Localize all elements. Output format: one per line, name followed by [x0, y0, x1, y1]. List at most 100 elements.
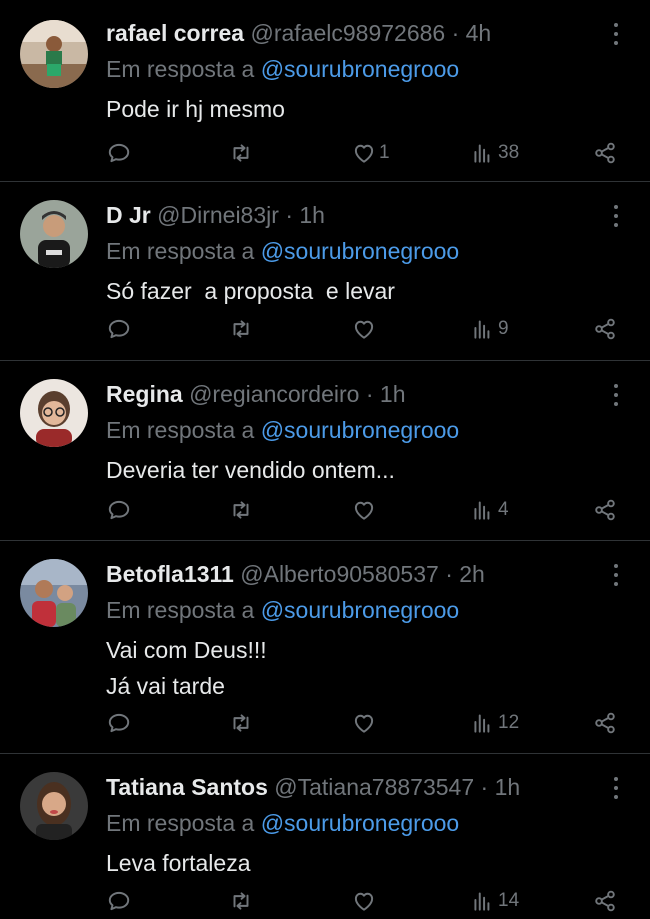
share-icon [595, 890, 615, 912]
tweet-text: Vai com Deus!!! Já vai tarde [106, 632, 267, 704]
tweet-actions: 9 [0, 313, 650, 345]
timestamp[interactable]: · 2h [445, 561, 485, 587]
avatar[interactable] [20, 772, 88, 840]
reply-tweet[interactable]: Tatiana Santos @Tatiana78873547 · 1h Em … [0, 754, 650, 919]
tweet-actions: 1 38 [0, 137, 650, 169]
views-icon [474, 714, 490, 733]
reply-button[interactable] [106, 707, 132, 739]
retweet-button[interactable] [228, 707, 254, 739]
tweet-header: rafael correa @rafaelc98972686 · 4h [106, 18, 491, 48]
timestamp[interactable]: · 1h [481, 774, 521, 800]
reply-icon [108, 891, 130, 911]
reply-context: Em resposta a @sourubronegrooo [106, 808, 459, 838]
more-options-icon[interactable] [606, 20, 626, 48]
reply-button[interactable] [106, 137, 132, 169]
username[interactable]: @rafaelc98972686 [250, 20, 445, 46]
timestamp[interactable]: · 4h [452, 20, 492, 46]
mention-link[interactable]: @sourubronegrooo [261, 238, 460, 264]
reply-prefix: Em resposta a [106, 810, 255, 836]
views-button[interactable]: 14 [470, 885, 519, 917]
retweet-button[interactable] [228, 137, 254, 169]
reply-button[interactable] [106, 494, 132, 526]
more-options-icon[interactable] [606, 561, 626, 589]
reply-context: Em resposta a @sourubronegrooo [106, 236, 459, 266]
like-button[interactable] [351, 885, 377, 917]
more-options-icon[interactable] [606, 202, 626, 230]
mention-link[interactable]: @sourubronegrooo [261, 810, 460, 836]
display-name[interactable]: D Jr [106, 202, 151, 228]
mention-link[interactable]: @sourubronegrooo [261, 597, 460, 623]
reply-prefix: Em resposta a [106, 238, 255, 264]
tweet-text-line: Deveria ter vendido ontem... [106, 457, 395, 483]
like-button[interactable]: 1 [351, 137, 390, 169]
views-icon [474, 501, 490, 520]
tweet-actions: 14 [0, 885, 650, 917]
retweet-icon [233, 892, 249, 910]
views-button[interactable]: 12 [470, 707, 519, 739]
reply-prefix: Em resposta a [106, 417, 255, 443]
mention-link[interactable]: @sourubronegrooo [261, 417, 460, 443]
like-button[interactable] [351, 313, 377, 345]
tweet-header: Regina @regiancordeiro · 1h [106, 379, 406, 409]
avatar[interactable] [20, 20, 88, 88]
reply-tweet[interactable]: D Jr @Dirnei83jr · 1h Em resposta a @sou… [0, 182, 650, 361]
display-name[interactable]: Regina [106, 381, 183, 407]
timestamp[interactable]: · 1h [366, 381, 406, 407]
share-button[interactable] [592, 137, 618, 169]
retweet-icon [233, 714, 249, 732]
mention-link[interactable]: @sourubronegrooo [261, 56, 460, 82]
display-name[interactable]: rafael correa [106, 20, 244, 46]
heart-icon [354, 501, 374, 520]
reply-icon [108, 319, 130, 339]
avatar[interactable] [20, 200, 88, 268]
avatar[interactable] [20, 559, 88, 627]
views-button[interactable]: 4 [470, 494, 509, 526]
username[interactable]: @regiancordeiro [189, 381, 359, 407]
retweet-button[interactable] [228, 313, 254, 345]
reply-tweet[interactable]: Regina @regiancordeiro · 1h Em resposta … [0, 361, 650, 541]
views-button[interactable]: 38 [470, 137, 519, 169]
display-name[interactable]: Betofla1311 [106, 561, 234, 587]
more-options-icon[interactable] [606, 774, 626, 802]
username[interactable]: @Tatiana78873547 [274, 774, 474, 800]
retweet-button[interactable] [228, 494, 254, 526]
reply-context: Em resposta a @sourubronegrooo [106, 415, 459, 445]
like-count: 1 [379, 142, 390, 163]
tweet-actions: 4 [0, 494, 650, 526]
like-button[interactable] [351, 707, 377, 739]
tweet-header: Tatiana Santos @Tatiana78873547 · 1h [106, 772, 520, 802]
view-count: 38 [498, 142, 520, 163]
share-button[interactable] [592, 885, 618, 917]
avatar[interactable] [20, 379, 88, 447]
more-options-icon[interactable] [606, 381, 626, 409]
like-button[interactable] [351, 494, 377, 526]
reply-prefix: Em resposta a [106, 56, 255, 82]
reply-tweet[interactable]: Betofla1311 @Alberto90580537 · 2h Em res… [0, 541, 650, 754]
share-button[interactable] [592, 707, 618, 739]
username[interactable]: @Alberto90580537 [240, 561, 439, 587]
retweet-icon [233, 501, 249, 519]
reply-context: Em resposta a @sourubronegrooo [106, 595, 459, 625]
share-button[interactable] [592, 494, 618, 526]
retweet-button[interactable] [228, 885, 254, 917]
reply-icon [108, 143, 130, 163]
reply-button[interactable] [106, 885, 132, 917]
view-count: 9 [498, 318, 509, 339]
views-button[interactable]: 9 [470, 313, 509, 345]
tweet-text: Só fazer a proposta e levar [106, 273, 395, 309]
tweet-text: Deveria ter vendido ontem... [106, 452, 395, 488]
timestamp[interactable]: · 1h [285, 202, 325, 228]
tweet-text-line: Já vai tarde [106, 673, 225, 699]
heart-icon [354, 144, 374, 163]
retweet-icon [233, 320, 249, 338]
retweet-icon [233, 144, 249, 162]
reply-tweet[interactable]: rafael correa @rafaelc98972686 · 4h Em r… [0, 0, 650, 182]
share-button[interactable] [592, 313, 618, 345]
reply-icon [108, 713, 130, 733]
tweet-actions: 12 [0, 707, 650, 739]
display-name[interactable]: Tatiana Santos [106, 774, 268, 800]
view-count: 12 [498, 712, 520, 733]
reply-button[interactable] [106, 313, 132, 345]
heart-icon [354, 714, 374, 733]
username[interactable]: @Dirnei83jr [157, 202, 279, 228]
